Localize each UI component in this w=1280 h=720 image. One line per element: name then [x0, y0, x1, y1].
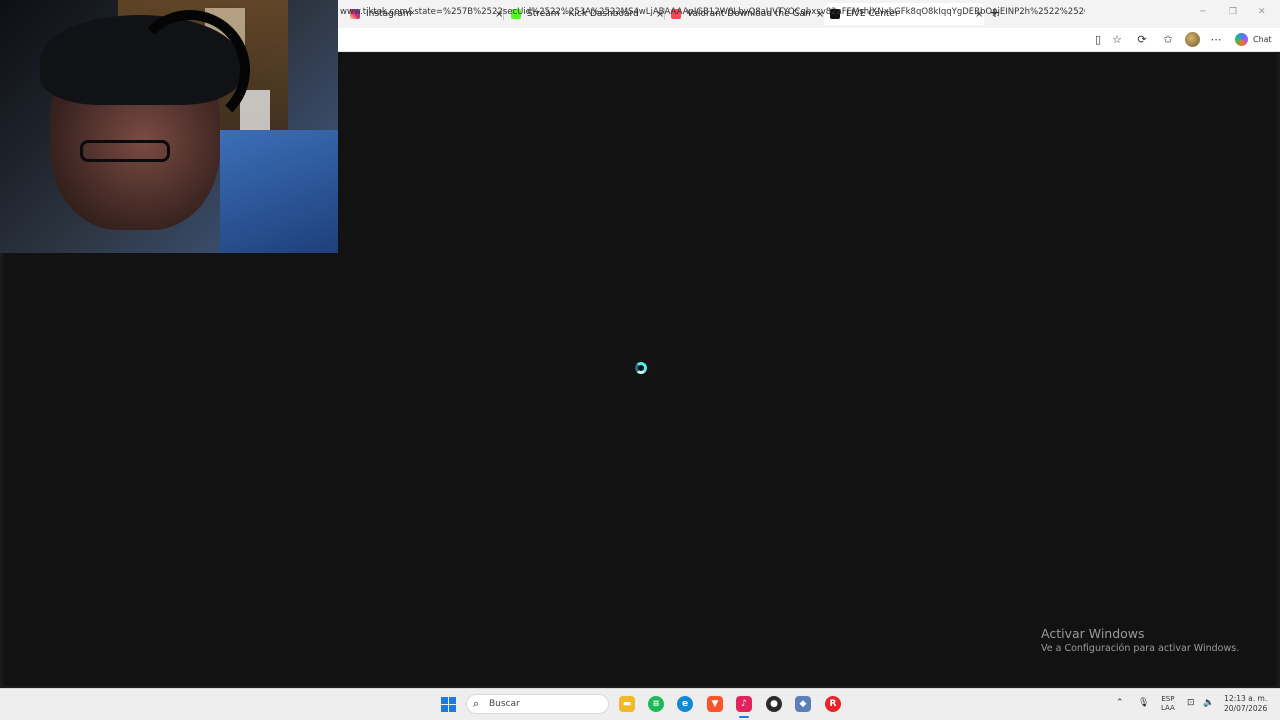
- system-clock[interactable]: 12:13 a. m. 20/07/2026: [1224, 694, 1267, 714]
- microphone-icon[interactable]: 🎙: [1138, 698, 1149, 708]
- language-code: ESP: [1161, 695, 1175, 703]
- clock-date: 20/07/2026: [1224, 704, 1268, 713]
- windows-start-icon[interactable]: [441, 697, 456, 712]
- keyboard-layout: LAA: [1161, 704, 1175, 712]
- tiktok-live-studio-icon[interactable]: ♪: [736, 696, 752, 712]
- taskbar-search-box[interactable]: [466, 694, 609, 714]
- obs-icon[interactable]: ●: [766, 696, 782, 712]
- webcam-glasses: [80, 140, 170, 162]
- chat-button[interactable]: Chat: [1253, 35, 1272, 44]
- minimize-icon[interactable]: ─: [1200, 7, 1205, 17]
- show-hidden-icons-chevron-icon[interactable]: ⌃: [1116, 698, 1124, 708]
- language-indicator[interactable]: ESP LAA: [1161, 695, 1175, 713]
- more-options-icon[interactable]: ⋯: [1209, 33, 1223, 47]
- reader-mode-icon[interactable]: ▯: [1091, 33, 1105, 47]
- webcam-person-jacket: [220, 130, 338, 253]
- brave-icon[interactable]: ▼: [707, 696, 723, 712]
- volume-icon[interactable]: 🔈: [1203, 698, 1214, 708]
- clock-time: 12:13 a. m.: [1224, 694, 1268, 703]
- vpn-icon[interactable]: ◆: [795, 696, 811, 712]
- spotify-icon[interactable]: ≡: [648, 696, 664, 712]
- favorites-icon[interactable]: ✩: [1161, 33, 1175, 47]
- favorite-star-icon[interactable]: ☆: [1110, 33, 1124, 47]
- extensions-icon[interactable]: ⟳: [1135, 33, 1149, 47]
- network-icon[interactable]: ⊡: [1187, 698, 1195, 708]
- activation-watermark-subtitle: Ve a Configuración para activar Windows.: [1041, 643, 1240, 654]
- close-window-icon[interactable]: ✕: [1258, 7, 1266, 17]
- screen: Instagram × Stream - Kick Dashboard × Va…: [0, 0, 1280, 720]
- riot-client-icon[interactable]: R: [825, 696, 841, 712]
- maximize-icon[interactable]: ❐: [1229, 7, 1237, 17]
- url-field[interactable]: www.tiktok.com&state=%257B%2522secUid%25…: [340, 7, 1085, 17]
- webcam-headset: [130, 10, 250, 130]
- taskbar: [0, 688, 1280, 720]
- copilot-icon[interactable]: [1235, 33, 1248, 46]
- search-icon: ⌕: [473, 697, 480, 710]
- profile-avatar[interactable]: [1185, 32, 1200, 47]
- taskbar-search-placeholder: Buscar: [489, 699, 520, 709]
- file-explorer-icon[interactable]: ▬: [619, 696, 635, 712]
- active-app-indicator: [739, 716, 749, 718]
- activation-watermark-title: Activar Windows: [1041, 626, 1145, 641]
- loading-spinner-icon: [635, 362, 647, 374]
- edge-icon[interactable]: e: [677, 696, 693, 712]
- webcam-overlay: [0, 0, 338, 253]
